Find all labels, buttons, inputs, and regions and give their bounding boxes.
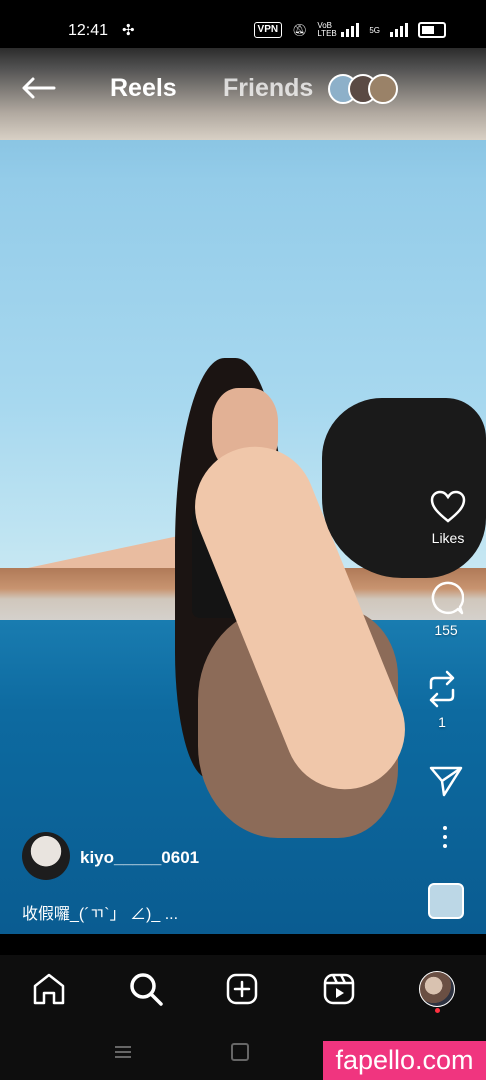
comment-button[interactable]: 155: [428, 580, 464, 638]
likes-label: Likes: [431, 530, 465, 546]
bottom-nav: [0, 955, 486, 1025]
caption[interactable]: 收假囉_(´ㄲ`」 ∠)_ ...: [22, 900, 178, 924]
username[interactable]: kiyo_____0601: [80, 848, 199, 868]
mute-icon: 🔕︎: [292, 23, 308, 37]
avatar[interactable]: [22, 832, 70, 880]
tab-reels[interactable]: Reels: [110, 74, 177, 103]
status-icons: VPN 🔕︎ VoB LTEB 5G: [253, 21, 446, 38]
recent-apps-icon[interactable]: [115, 1043, 131, 1061]
repost-button[interactable]: 1: [425, 670, 459, 730]
home-button-icon[interactable]: [231, 1043, 249, 1061]
friend-avatar: [368, 74, 398, 104]
repost-icon: [429, 670, 455, 708]
share-icon[interactable]: [428, 764, 464, 798]
reels-icon[interactable]: [321, 971, 357, 1007]
clock: 12:41: [68, 22, 109, 39]
friends-avatars[interactable]: [328, 74, 398, 104]
audio-thumbnail[interactable]: [428, 883, 464, 919]
back-arrow-icon[interactable]: [20, 76, 56, 100]
battery-icon: [418, 22, 446, 38]
network-label: VoB LTEB: [317, 21, 337, 38]
notification-dot: [435, 1008, 440, 1013]
signal-icon-2: [390, 23, 408, 37]
reel-video[interactable]: [0, 48, 486, 934]
home-icon[interactable]: [31, 971, 67, 1007]
network-5g-label: 5G: [369, 25, 380, 35]
search-icon[interactable]: [128, 971, 164, 1007]
pinwheel-icon: ✣: [122, 22, 135, 39]
profile-avatar[interactable]: [419, 971, 455, 1007]
like-button[interactable]: Likes: [430, 490, 466, 546]
comments-count: 155: [434, 622, 458, 638]
signal-icon: [341, 23, 360, 37]
watermark: fapello.com: [323, 1041, 486, 1080]
vpn-badge: VPN: [253, 22, 283, 38]
create-icon[interactable]: [224, 971, 260, 1007]
person-shoe: [322, 398, 486, 578]
status-bar: 12:41 ✣ VPN 🔕︎ VoB LTEB 5G: [0, 0, 486, 48]
tab-friends[interactable]: Friends: [223, 74, 313, 103]
heart-icon: [430, 490, 466, 523]
comment-icon: [431, 581, 464, 615]
more-options-icon[interactable]: [443, 826, 447, 848]
reposts-count: 1: [438, 714, 446, 730]
